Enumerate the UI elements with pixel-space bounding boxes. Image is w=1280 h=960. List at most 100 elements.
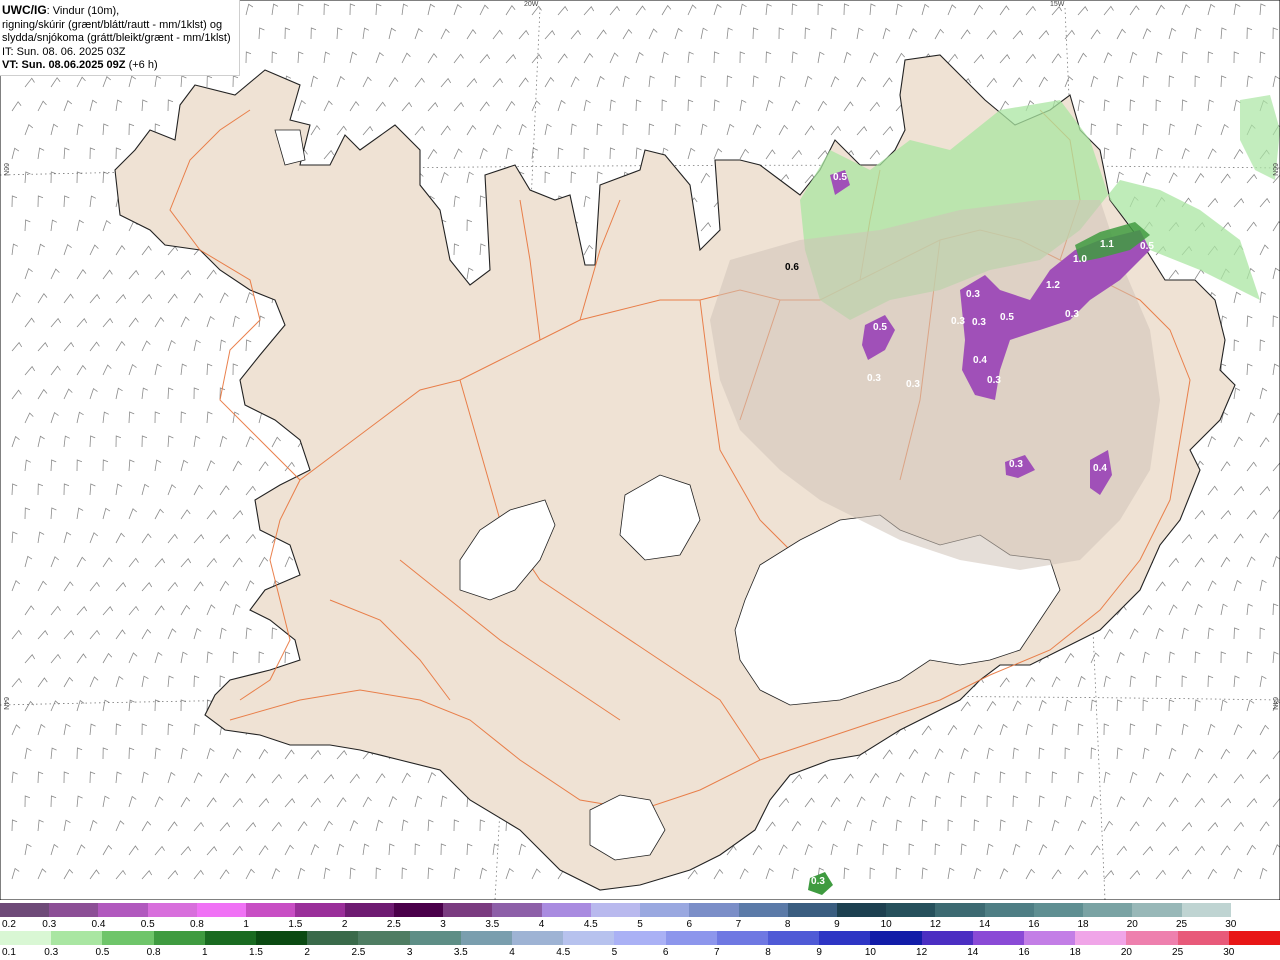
legend-rain-label: 1.5 — [249, 947, 263, 958]
lon-label-15w: 15W — [1050, 1, 1065, 8]
legend-rain-swatch — [563, 931, 615, 945]
precip-value-label: 0.5 — [833, 172, 847, 183]
legend-rain-label: 6 — [662, 947, 669, 958]
legend-rain-label: 5 — [611, 947, 618, 958]
legend-rain-label: 0.5 — [95, 947, 110, 958]
legend-snow-swatch — [738, 903, 788, 917]
legend-rain-swatch — [614, 931, 666, 945]
product-title-rest: : Vindur (10m), — [46, 5, 120, 17]
precip-value-label: 0.3 — [906, 379, 920, 390]
map-info-box: UWC/IG: Vindur (10m), rigning/skúrir (gr… — [0, 0, 240, 76]
precip-value-label: 0.5 — [1140, 241, 1154, 252]
legend-snow-swatch — [98, 903, 148, 917]
legend-rain-label: 30 — [1223, 947, 1235, 958]
legend-snow-label: 14 — [979, 919, 991, 930]
legend-snow-swatch — [541, 903, 591, 917]
valid-time: VT: Sun. 08.06.2025 09Z — [2, 59, 126, 71]
lat-label-64n-right: 64N — [1271, 697, 1278, 710]
legend-snow-label: 9 — [834, 919, 840, 930]
legend-snow-label: 0.2 — [2, 919, 16, 930]
legend-rain-swatch — [512, 931, 564, 945]
legend-rain-swatch — [1228, 931, 1280, 945]
legend-rain-swatch — [1075, 931, 1127, 945]
legend-rain-swatch — [972, 931, 1025, 945]
legend-snow-swatch — [886, 903, 936, 917]
legend-snow-label: 1 — [243, 919, 249, 930]
legend-snow-label: 20 — [1126, 919, 1138, 930]
legend-snow-swatch — [689, 903, 739, 917]
legend-snow-swatch — [393, 903, 444, 917]
legend-rain-swatch — [1024, 931, 1076, 945]
legend-snow-label: 4 — [538, 919, 545, 930]
legend-snow-swatch — [590, 903, 641, 917]
legend-rain-swatch — [819, 931, 871, 945]
title-line: UWC/IG: Vindur (10m), — [2, 3, 239, 19]
legend-snow-swatch — [295, 903, 345, 917]
legend-rain-swatch — [256, 931, 308, 945]
legend-snow-swatch — [344, 903, 394, 917]
issue-time: IT: Sun. 08. 06. 2025 03Z — [2, 45, 126, 58]
precip-value-label: 1.1 — [1100, 239, 1114, 250]
legend-rain-label: 3 — [406, 947, 413, 958]
legend-rain-label: 14 — [967, 947, 979, 958]
legend-snow-swatch — [246, 903, 296, 917]
legend-snow-swatch — [1230, 903, 1280, 917]
snow-description: slydda/snjókoma (grátt/bleikt/grænt - mm… — [2, 32, 231, 44]
legend-snow-swatch — [443, 903, 493, 917]
valid-time-line: VT: Sun. 08.06.2025 09Z (+6 h) — [2, 59, 239, 73]
legend-snow-swatch — [1181, 903, 1231, 917]
rain-legend-labels: 0.1 0.3 0.5 0.8 1 1.5 2 2.5 3 3.5 4 4.5 5 6 7 8 9 10 12 14 1… — [0, 947, 1280, 959]
legend-snow-label: 5 — [637, 919, 643, 930]
legend-snow-label: 3 — [440, 919, 446, 930]
legend-snow-swatch — [49, 903, 99, 917]
legend-rain-label: 16 — [1018, 947, 1030, 958]
legend-snow-label: 0.3 — [42, 919, 57, 930]
legend-snow-label: 0.4 — [91, 919, 106, 930]
legend-snow-swatch — [984, 903, 1034, 917]
legend-snow-label: 2.5 — [386, 919, 401, 930]
legend-rain-label: 25 — [1172, 947, 1184, 958]
legend-snow-swatch — [147, 903, 197, 917]
legend-rain-label: 2 — [304, 947, 310, 958]
legend-rain-swatch — [716, 931, 769, 945]
legend-snow-label: 2 — [341, 919, 348, 930]
legend-rain-label: 0.3 — [44, 947, 59, 958]
legend-rain-label: 10 — [864, 947, 876, 958]
legend-snow-label: 1.5 — [288, 919, 303, 930]
legend-snow-label: 6 — [686, 919, 692, 930]
weather-map[interactable]: 0.50.60.30.3 0.3 0.50.40.31.20.50.31.01.1 0… — [0, 0, 1280, 900]
legend-rain-swatch — [870, 931, 922, 945]
legend-rain-label: 4.5 — [556, 947, 571, 958]
legend-rain-swatch — [665, 931, 717, 945]
legend-rain-swatch — [0, 931, 52, 945]
legend-rain-swatch — [768, 931, 820, 945]
legend-rain-swatch — [921, 931, 973, 945]
precip-value-label: 1.2 — [1046, 280, 1060, 291]
legend-rain-swatch — [358, 931, 410, 945]
precip-value-label: 0.3 — [811, 876, 825, 887]
legend-rain-label: 2.5 — [351, 947, 366, 958]
precip-value-label: 0.3 — [1009, 459, 1023, 470]
rain-description: rigning/skúrir (grænt/blátt/rautt - mm/1… — [2, 18, 223, 31]
legend-snow-label: 0.5 — [140, 919, 155, 930]
precip-value-label: 0.3 — [951, 316, 965, 327]
precip-value-label: 0.3 — [972, 317, 986, 328]
legend-rain-swatch — [307, 931, 359, 945]
lat-label-64n-left: 64N — [2, 697, 9, 710]
legend-rain-label: 0.1 — [2, 947, 16, 958]
legend-rain-swatch — [51, 931, 103, 945]
legend-snow-label: 4.5 — [583, 919, 598, 930]
legend-rain-label: 3.5 — [453, 947, 468, 958]
legend-snow-label: 12 — [929, 919, 941, 930]
legend-snow-swatch — [1033, 903, 1084, 917]
precip-value-label: 0.4 — [973, 355, 987, 366]
legend-snow-label: 8 — [784, 919, 791, 930]
lead-time: (+6 h) — [125, 59, 158, 71]
legend-rain-swatch — [1177, 931, 1229, 945]
product-title: UWC/IG — [2, 3, 47, 17]
legend-snow-label: 18 — [1077, 919, 1089, 930]
legend-snow-label: 7 — [735, 919, 742, 930]
legend-snow-swatch — [1083, 903, 1133, 917]
lat-label-66n-right: 66N — [1271, 163, 1278, 176]
precip-value-label: 0.3 — [1065, 309, 1079, 320]
